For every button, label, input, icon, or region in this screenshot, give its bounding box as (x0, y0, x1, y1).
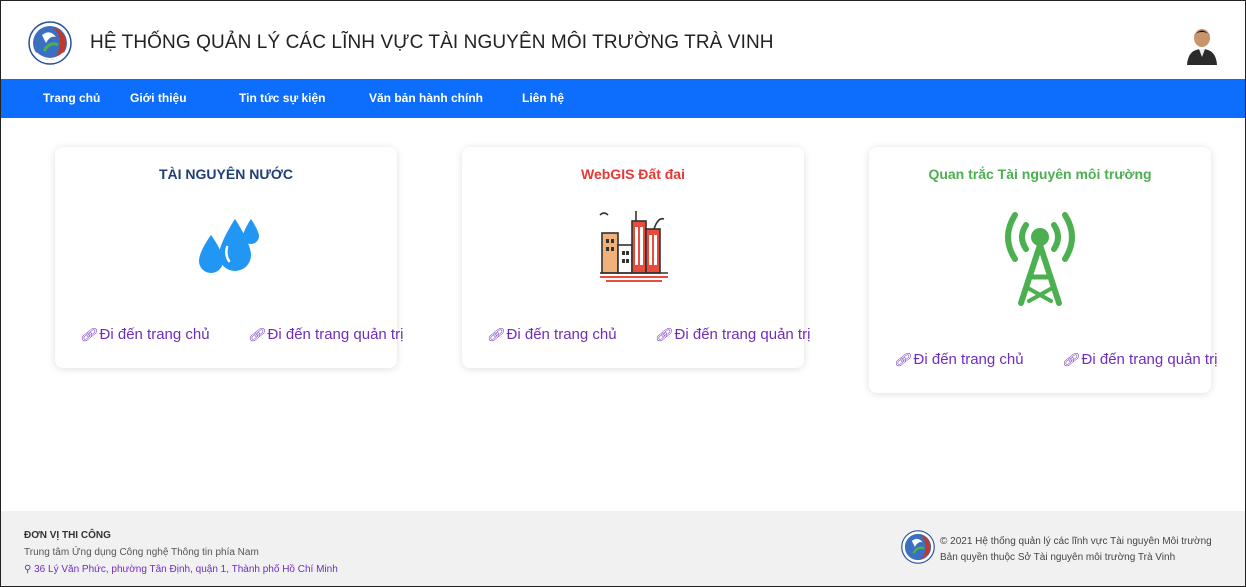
link-icon: 🔗︎ (248, 327, 265, 342)
nav-item-contact[interactable]: Liên hệ (522, 91, 564, 105)
footer-copyright: © 2021 Hệ thống quản lý các lĩnh vực Tài… (940, 536, 1212, 547)
link-admin[interactable]: 🔗︎ Đi đến trang quản trị (1062, 351, 1217, 368)
footer-heading: ĐƠN VỊ THI CÔNG (24, 530, 111, 541)
footer: ĐƠN VỊ THI CÔNG Trung tâm Ứng dụng Công … (1, 511, 1245, 586)
link-icon: 🔗︎ (894, 352, 911, 367)
link-admin[interactable]: 🔗︎ Đi đến trang quản trị (655, 326, 810, 343)
logo[interactable] (28, 21, 72, 65)
card-webgis-land: WebGIS Đất đai 🔗︎ Đi đến trang chủ 🔗︎ Đi… (462, 147, 810, 368)
nav-item-about[interactable]: Giới thiệu (130, 91, 187, 105)
footer-organization: Trung tâm Ứng dụng Công nghệ Thông tin p… (24, 547, 259, 558)
city-buildings-icon (599, 211, 668, 282)
main-navigation: Trang chủ Giới thiệu Tin tức sự kiện Văn… (1, 79, 1245, 118)
nav-item-documents[interactable]: Văn bản hành chính (369, 91, 483, 105)
link-icon: 🔗︎ (80, 327, 97, 342)
card-title: TÀI NGUYÊN NƯỚC (158, 166, 293, 182)
card-title: WebGIS Đất đai (581, 166, 685, 182)
card-title: Quan trắc Tài nguyên môi trường (928, 166, 1152, 182)
footer-address: ⚲ 36 Lý Văn Phức, phường Tân Định, quận … (24, 564, 338, 575)
location-pin-icon: ⚲ (24, 564, 35, 575)
nav-item-home[interactable]: Trang chủ (43, 91, 100, 105)
card-environment-monitoring: Quan trắc Tài nguyên môi trường 🔗︎ Đi đến… (869, 147, 1217, 393)
water-drops-icon (199, 219, 259, 273)
nav-item-news[interactable]: Tin tức sự kiện (239, 91, 326, 105)
link-home[interactable]: 🔗︎ Đi đến trang chủ (487, 326, 617, 343)
main-content: TÀI NGUYÊN NƯỚC 🔗︎ Đi đến trang chủ 🔗︎ Đi … (1, 118, 1245, 511)
link-home[interactable]: 🔗︎ Đi đến trang chủ (80, 326, 210, 343)
header: HỆ THỐNG QUẢN LÝ CÁC LĨNH VỰC TÀI NGUYÊN… (1, 1, 1245, 79)
link-icon: 🔗︎ (1062, 352, 1079, 367)
site-title: HỆ THỐNG QUẢN LÝ CÁC LĨNH VỰC TÀI NGUYÊN… (90, 32, 774, 53)
card-water-resources: TÀI NGUYÊN NƯỚC 🔗︎ Đi đến trang chủ 🔗︎ Đi … (55, 147, 403, 368)
footer-logo (901, 530, 935, 564)
user-avatar-icon[interactable] (1185, 27, 1219, 65)
radio-tower-icon (1005, 212, 1075, 306)
link-icon: 🔗︎ (487, 327, 504, 342)
link-admin[interactable]: 🔗︎ Đi đến trang quản trị (248, 326, 403, 343)
footer-owner: Bản quyền thuộc Sở Tài nguyên môi trường… (940, 552, 1176, 563)
link-icon: 🔗︎ (655, 327, 672, 342)
link-home[interactable]: 🔗︎ Đi đến trang chủ (894, 351, 1024, 368)
